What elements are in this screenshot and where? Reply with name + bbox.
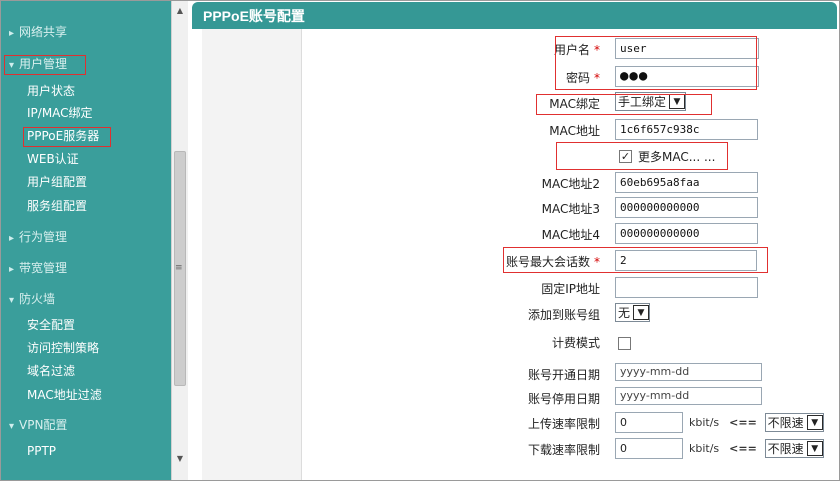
- grip-icon: ≡: [175, 263, 183, 273]
- row-stop-date: 账号停用日期 yyyy-mm-dd: [302, 386, 837, 410]
- sidebar-scrollbar[interactable]: ▲ ≡ ▼: [171, 1, 188, 480]
- billing-label: 计费模式: [551, 336, 600, 350]
- panel-left-column: [202, 29, 302, 480]
- sidebar-item-label: MAC地址过滤: [27, 388, 102, 402]
- sidebar-item-network-share[interactable]: 网络共享: [1, 21, 171, 43]
- app-frame: 网络共享 用户管理 用户状态 IP/MAC绑定 PPPoE服务器 WEB认证 用…: [0, 0, 840, 481]
- row-mac2: MAC地址2 60eb695a8faa: [302, 171, 837, 195]
- open-date-label: 账号开通日期: [527, 368, 600, 382]
- sidebar-item-label: 访问控制策略: [27, 341, 100, 355]
- mac2-label: MAC地址2: [541, 177, 600, 191]
- download-limit-unit: kbit/s: [689, 442, 720, 455]
- mac-label: MAC地址: [549, 124, 600, 138]
- row-mac: MAC地址 1c6f657c938c: [302, 118, 837, 142]
- sidebar-item-label: 服务组配置: [27, 199, 88, 213]
- download-limit-input[interactable]: 0: [615, 438, 683, 459]
- sidebar-item-firewall[interactable]: 防火墙: [1, 288, 171, 310]
- mac-input[interactable]: 1c6f657c938c: [615, 119, 758, 140]
- sidebar-item-user-group[interactable]: 用户组配置: [1, 171, 171, 193]
- scroll-down-icon[interactable]: ▼: [172, 451, 188, 467]
- row-download-limit: 下载速率限制 0 kbit/s <== 不限速 ▼: [302, 437, 837, 461]
- sidebar-item-label: VPN配置: [19, 418, 68, 432]
- sidebar-item-label: PPTP: [27, 444, 57, 458]
- panel-header: PPPoE账号配置: [192, 2, 837, 29]
- sidebar-item-user-status[interactable]: 用户状态: [1, 80, 171, 102]
- row-mac4: MAC地址4 000000000000: [302, 222, 837, 246]
- sidebar-item-label: IP/MAC绑定: [27, 106, 93, 120]
- upload-limit-label: 上传速率限制: [527, 417, 600, 431]
- highlight-box: [556, 142, 728, 170]
- sidebar-item-ip-mac-bind[interactable]: IP/MAC绑定: [1, 102, 171, 124]
- stop-date-input[interactable]: yyyy-mm-dd: [615, 387, 762, 405]
- download-limit-select-value: 不限速: [767, 442, 804, 456]
- mac3-label: MAC地址3: [541, 202, 600, 216]
- upload-limit-select-value: 不限速: [767, 416, 804, 430]
- sidebar-item-label: 域名过滤: [27, 364, 76, 378]
- page-title: PPPoE账号配置: [203, 8, 305, 24]
- sidebar-item-label: 安全配置: [27, 318, 76, 332]
- row-upload-limit: 上传速率限制 0 kbit/s <== 不限速 ▼: [302, 411, 837, 435]
- fixed-ip-label: 固定IP地址: [541, 282, 600, 296]
- stop-date-label: 账号停用日期: [527, 392, 600, 406]
- sidebar-item-label: 用户组配置: [27, 175, 88, 189]
- sidebar-nav: 网络共享 用户管理 用户状态 IP/MAC绑定 PPPoE服务器 WEB认证 用…: [1, 1, 171, 480]
- account-group-label: 添加到账号组: [527, 308, 600, 322]
- row-open-date: 账号开通日期 yyyy-mm-dd: [302, 362, 837, 386]
- scroll-up-icon[interactable]: ▲: [172, 3, 188, 19]
- billing-checkbox[interactable]: [618, 337, 631, 350]
- row-fixed-ip: 固定IP地址: [302, 276, 837, 300]
- fixed-ip-input[interactable]: [615, 277, 758, 298]
- download-limit-select[interactable]: 不限速 ▼: [764, 439, 824, 458]
- mac4-input[interactable]: 000000000000: [615, 223, 758, 244]
- sidebar-item-domain-filter[interactable]: 域名过滤: [1, 360, 171, 382]
- highlight-box: [503, 247, 768, 273]
- download-limit-label: 下载速率限制: [527, 443, 600, 457]
- row-mac3: MAC地址3 000000000000: [302, 196, 837, 220]
- row-billing: 计费模式: [302, 330, 837, 354]
- sidebar-item-web-auth[interactable]: WEB认证: [1, 148, 171, 170]
- highlight-box: [555, 36, 757, 90]
- upload-limit-input[interactable]: 0: [615, 412, 683, 433]
- sidebar-item-bandwidth[interactable]: 带宽管理: [1, 257, 171, 279]
- mac3-input[interactable]: 000000000000: [615, 197, 758, 218]
- sidebar-item-service-group[interactable]: 服务组配置: [1, 195, 171, 217]
- sidebar-item-label: 带宽管理: [19, 261, 68, 275]
- mac4-label: MAC地址4: [541, 228, 600, 242]
- sidebar-item-security-config[interactable]: 安全配置: [1, 314, 171, 336]
- row-account-group: 添加到账号组 无 ▼: [302, 302, 837, 326]
- chevron-down-icon: ▼: [633, 305, 650, 320]
- upload-arrow-label: <==: [729, 416, 757, 429]
- sidebar-item-access-control[interactable]: 访问控制策略: [1, 337, 171, 359]
- sidebar-item-mac-filter[interactable]: MAC地址过滤: [1, 384, 171, 406]
- chevron-down-icon: ▼: [806, 441, 823, 456]
- main-panel: PPPoE账号配置 用户名 * user 密码 * ●●● MAC绑定 手工绑定 ▼ …: [192, 1, 837, 480]
- sidebar-item-label: 用户状态: [27, 84, 76, 98]
- sidebar-item-vpn[interactable]: VPN配置: [1, 414, 171, 436]
- chevron-down-icon: ▼: [806, 415, 823, 430]
- highlight-box: [4, 55, 86, 75]
- open-date-input[interactable]: yyyy-mm-dd: [615, 363, 762, 381]
- mac2-input[interactable]: 60eb695a8faa: [615, 172, 758, 193]
- highlight-box: [536, 94, 712, 115]
- sidebar-item-behavior[interactable]: 行为管理: [1, 226, 171, 248]
- highlight-box: [23, 127, 111, 147]
- sidebar-item-label: 行为管理: [19, 230, 68, 244]
- account-group-select[interactable]: 无 ▼: [615, 303, 651, 322]
- sidebar-item-label: WEB认证: [27, 152, 79, 166]
- upload-limit-select[interactable]: 不限速 ▼: [764, 413, 824, 432]
- download-arrow-label: <==: [729, 442, 757, 455]
- upload-limit-unit: kbit/s: [689, 416, 720, 429]
- sidebar-item-label: 防火墙: [19, 292, 56, 306]
- sidebar-item-pptp[interactable]: PPTP: [1, 440, 171, 462]
- sidebar-item-label: 网络共享: [19, 25, 68, 39]
- account-group-select-value: 无: [618, 306, 631, 320]
